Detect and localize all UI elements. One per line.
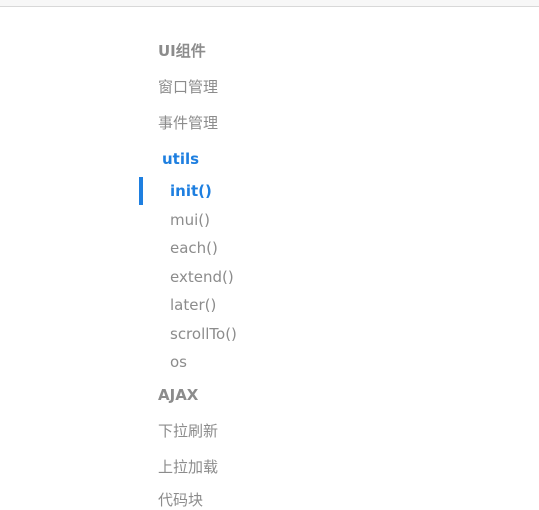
nav-item-pull-up-load[interactable]: 上拉加载 [158, 457, 218, 477]
nav-sub-item-extend[interactable]: extend() [170, 267, 234, 287]
docs-sidebar-nav: UI组件 窗口管理 事件管理 utils init() mui() each()… [0, 0, 539, 509]
nav-item-pull-down-refresh[interactable]: 下拉刷新 [158, 421, 218, 441]
nav-item-ui-components[interactable]: UI组件 [158, 41, 206, 61]
nav-item-ajax[interactable]: AJAX [158, 385, 198, 405]
active-indicator-bar [139, 177, 143, 205]
nav-sub-item-scrollto[interactable]: scrollTo() [170, 324, 237, 344]
nav-sub-item-each[interactable]: each() [170, 238, 218, 258]
nav-item-code-block[interactable]: 代码块 [158, 490, 203, 510]
nav-item-window-management[interactable]: 窗口管理 [158, 77, 218, 97]
nav-sub-item-init[interactable]: init() [170, 181, 212, 201]
nav-sub-item-mui[interactable]: mui() [170, 210, 210, 230]
nav-sub-item-os[interactable]: os [170, 352, 187, 372]
nav-section-utils[interactable]: utils [162, 149, 199, 169]
nav-item-event-management[interactable]: 事件管理 [158, 113, 218, 133]
nav-sub-item-later[interactable]: later() [170, 295, 216, 315]
